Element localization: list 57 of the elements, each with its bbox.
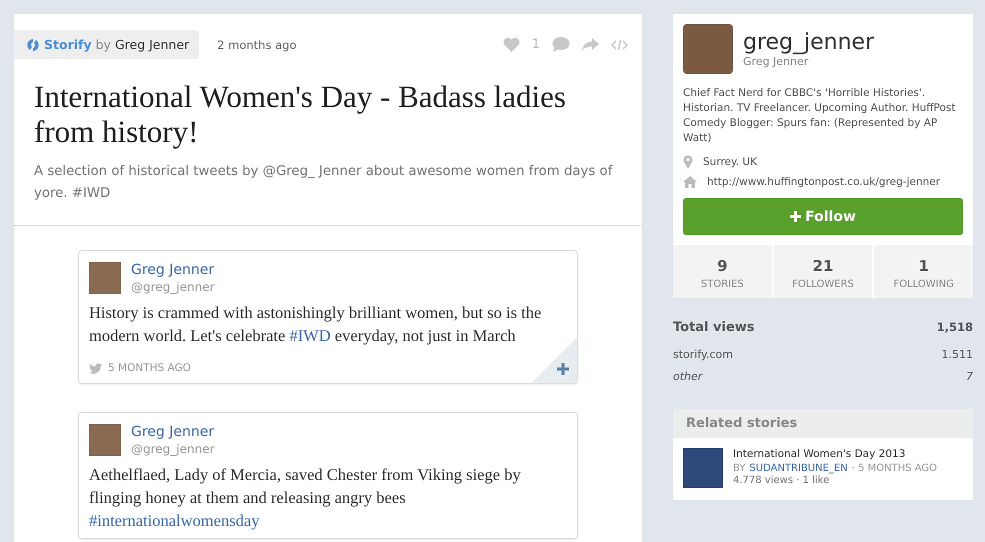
stat-label: FOLLOWING xyxy=(893,279,954,290)
bird-icon xyxy=(89,362,102,374)
storify-badge[interactable]: Storify by Greg Jenner xyxy=(14,30,200,59)
plus-icon[interactable] xyxy=(557,363,569,375)
profile-bio: Chief Fact Nerd for CBBC's 'Horrible Histories'. Historian. TV Freelancer. Upcoming Author. HuffPost Comedy Blogger: Spurs fan: (Represented by AP Watt) xyxy=(683,86,956,146)
related-stories-header: Related stories xyxy=(673,409,973,438)
author-name[interactable]: Greg Jenner xyxy=(114,37,190,52)
by-label: BY xyxy=(733,463,746,474)
related-story-author[interactable]: SUDANTRIBUNE_EN xyxy=(749,463,848,474)
hashtag-link[interactable]: #IWD xyxy=(289,326,331,345)
tweet-time: 5 MONTHS AGO xyxy=(108,362,191,374)
total-views-value: 1,518 xyxy=(936,320,973,335)
view-source-count: 7 xyxy=(966,370,973,383)
tweet-author-name[interactable]: Greg Jenner xyxy=(131,423,215,441)
like-count: 1 xyxy=(532,37,540,52)
story-description: A selection of historical tweets by @Greg_ Jenner about awesome women from days of yore. #IWD xyxy=(34,163,614,203)
tweet-handle: @greg_jenner xyxy=(131,279,215,295)
stat-tile[interactable]: 1 FOLLOWING xyxy=(874,245,973,298)
heart-icon[interactable] xyxy=(502,37,520,52)
view-source-count: 1.511 xyxy=(942,348,973,361)
comment-icon[interactable] xyxy=(552,37,570,52)
view-source-label: storify.com xyxy=(673,348,733,361)
profile-photo-placeholder xyxy=(683,24,733,74)
tweet-text: History is crammed with astonishingly brilliant women, but so is the modern world. Let's celebrate #IWD everyday, not just in March xyxy=(89,302,542,347)
total-views-label: Total views xyxy=(673,320,755,335)
related-story-title[interactable]: International Women's Day 2013 xyxy=(733,448,938,460)
story-time: 2 months ago xyxy=(217,38,296,52)
story-title: International Women's Day - Badass ladies from history! xyxy=(34,79,567,149)
profile-username: greg_jenner xyxy=(743,30,874,54)
stat-value: 9 xyxy=(717,257,728,275)
embed-code-icon[interactable] xyxy=(611,38,628,50)
storify-logo-icon xyxy=(26,38,40,52)
stat-label: STORIES xyxy=(700,279,744,290)
stat-value: 1 xyxy=(918,257,929,275)
hashtag-link[interactable]: #internationalwomensday xyxy=(89,511,260,530)
location-pin-icon xyxy=(683,155,693,169)
profile-name: Greg Jenner xyxy=(743,54,810,68)
plus-icon xyxy=(790,211,802,222)
tweet-text: Aethelflaed, Lady of Mercia, saved Chester from Viking siege by flinging honey at them and releasing angry bees #internationalwomensday xyxy=(89,464,522,532)
related-story-time: · 5 MONTHS AGO xyxy=(852,463,938,474)
stat-value: 21 xyxy=(812,257,834,275)
avatar-photo-placeholder xyxy=(89,262,121,294)
profile-location: Surrey. UK xyxy=(703,156,757,168)
storify-logo-text: Storify xyxy=(44,37,92,52)
stat-label: FOLLOWERS xyxy=(792,279,854,290)
avatar-photo-placeholder xyxy=(89,424,121,456)
profile-website[interactable]: http://www.huffingtonpost.co.uk/greg-jenner xyxy=(707,176,940,188)
share-arrow-icon[interactable] xyxy=(582,38,599,51)
by-label: by xyxy=(96,37,111,52)
tweet-author-name[interactable]: Greg Jenner xyxy=(131,261,215,279)
related-story-stats: 4.778 views · 1 like xyxy=(733,475,830,486)
tweet-handle: @greg_jenner xyxy=(131,441,215,457)
stat-tile[interactable]: 21 FOLLOWERS xyxy=(774,245,872,298)
story-thumbnail-placeholder xyxy=(683,448,723,488)
home-icon xyxy=(683,176,697,188)
view-source-label: other xyxy=(673,370,702,383)
stat-tile[interactable]: 9 STORIES xyxy=(673,245,772,298)
